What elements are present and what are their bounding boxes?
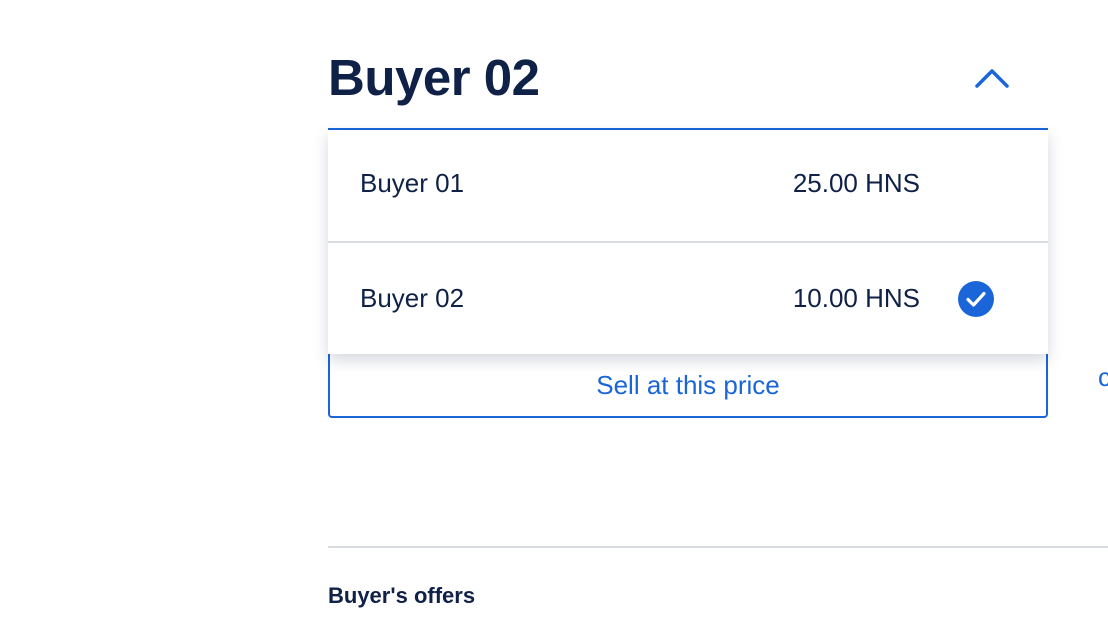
page: Sell at this price c Buyer 02 Buyer 01 2… (0, 0, 1108, 629)
section-divider (328, 546, 1108, 548)
buyer-option-01[interactable]: Buyer 01 25.00 HNS (328, 130, 1048, 243)
buyers-offers-heading: Buyer's offers (328, 583, 476, 608)
buyer-selector[interactable]: Buyer 02 (328, 44, 1048, 130)
sell-button-label: Sell at this price (596, 369, 780, 400)
offscreen-button-label[interactable]: c (1098, 362, 1108, 392)
buyer-options-list: Buyer 01 25.00 HNS Buyer 02 10.00 HNS (328, 130, 1048, 354)
buyer-option-name: Buyer 02 (360, 283, 465, 313)
buyer-option-price: 25.00 HNS (792, 168, 920, 198)
buyer-option-price: 10.00 HNS (792, 283, 920, 313)
selected-buyer-label: Buyer 02 (328, 49, 540, 106)
chevron-up-icon[interactable] (974, 66, 1010, 90)
buyer-option-02[interactable]: Buyer 02 10.00 HNS (328, 243, 1048, 354)
buyer-option-name: Buyer 01 (360, 168, 465, 198)
selected-check-icon (958, 281, 994, 317)
